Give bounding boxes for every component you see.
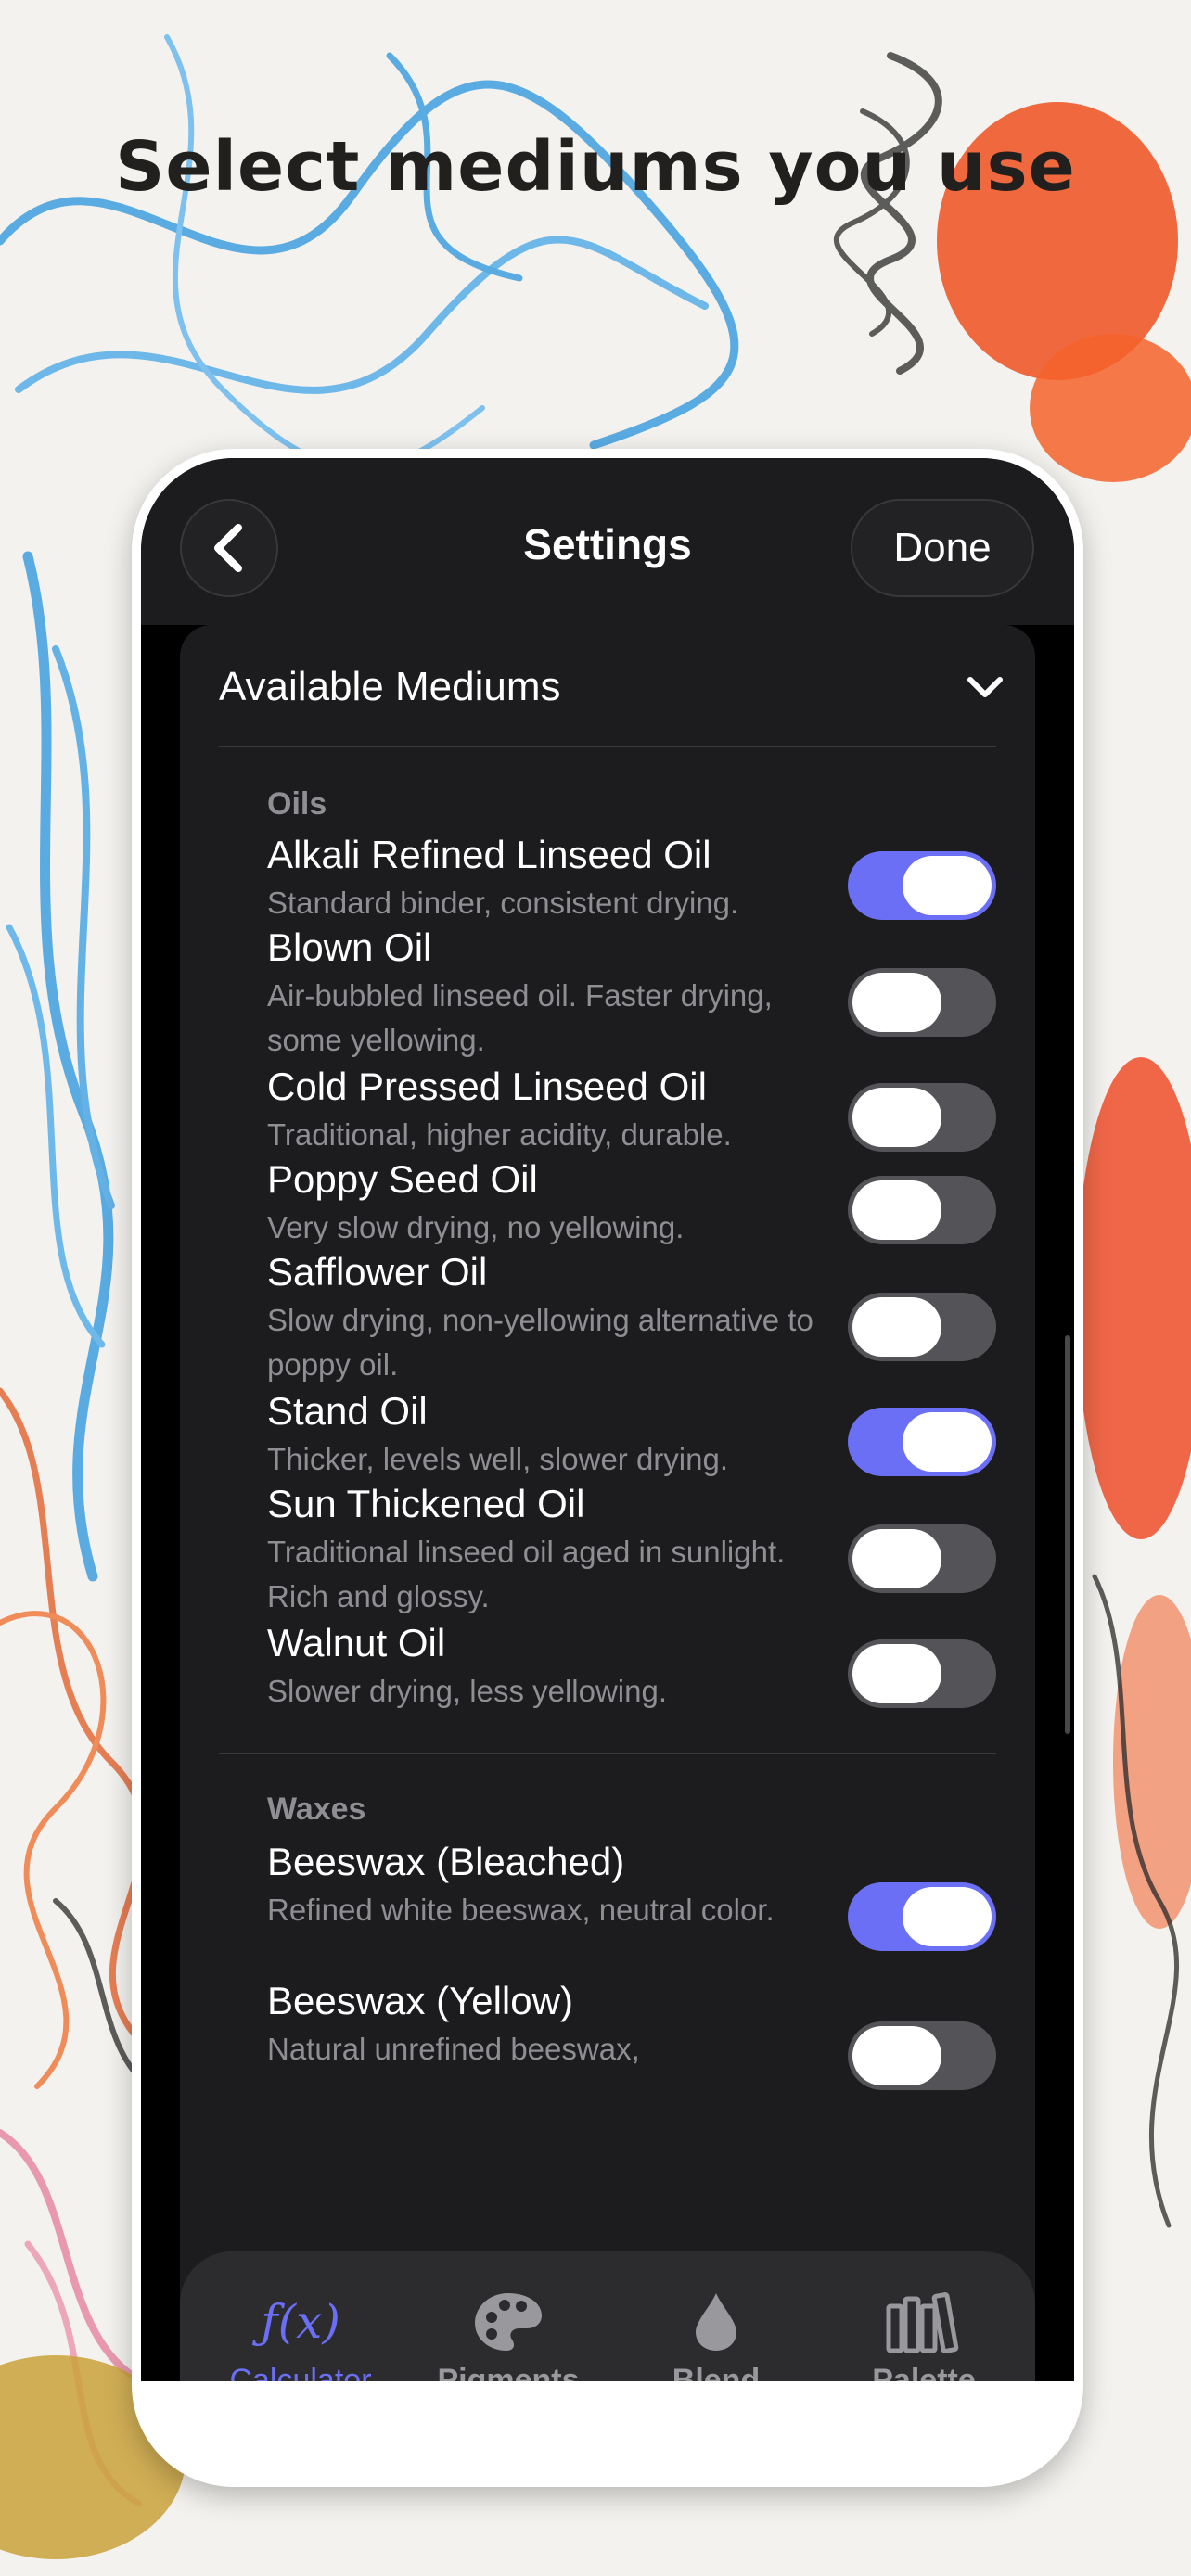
toggle-switch[interactable] bbox=[848, 1293, 996, 1361]
toggle-switch[interactable] bbox=[848, 968, 996, 1037]
tab-label: Pigments bbox=[437, 2363, 580, 2381]
toggle-switch[interactable] bbox=[848, 851, 996, 920]
toggle-switch[interactable] bbox=[848, 1639, 996, 1708]
mediums-card: Available Mediums Oils Alkali Refined Li… bbox=[180, 625, 1035, 2381]
toggle-knob bbox=[903, 1412, 992, 1472]
medium-title: Sun Thickened Oil bbox=[267, 1482, 585, 1525]
medium-title: Safflower Oil bbox=[267, 1250, 488, 1294]
tab-bar: ƒ(x) Calculator Pigments Blend Palette bbox=[180, 2251, 1035, 2381]
medium-description: Standard binder, consistent drying. bbox=[267, 886, 739, 920]
medium-title: Beeswax (Yellow) bbox=[267, 1979, 573, 2022]
medium-description: Slower drying, less yellowing. bbox=[267, 1674, 668, 1708]
toggle-switch[interactable] bbox=[848, 2021, 996, 2090]
toggle-switch[interactable] bbox=[848, 1176, 996, 1244]
toggle-knob bbox=[852, 973, 941, 1032]
toggle-knob bbox=[852, 1529, 941, 1588]
section-title: Available Mediums bbox=[219, 664, 561, 709]
function-icon: ƒ(x) bbox=[251, 2295, 340, 2349]
settings-scroll-view[interactable]: Available Mediums Oils Alkali Refined Li… bbox=[141, 625, 1074, 2381]
toggle-switch[interactable] bbox=[848, 1408, 996, 1476]
palette-icon bbox=[475, 2293, 542, 2351]
tab-blend[interactable]: Blend bbox=[623, 2289, 809, 2381]
books-icon bbox=[886, 2292, 959, 2353]
tab-label: Blend bbox=[672, 2363, 761, 2381]
divider bbox=[219, 1753, 996, 1754]
drop-icon bbox=[696, 2293, 736, 2351]
medium-description: Thicker, levels well, slower drying. bbox=[267, 1442, 728, 1476]
scroll-indicator[interactable] bbox=[1065, 1335, 1070, 1734]
app-screen: Settings Done Available Mediums Oils Alk… bbox=[141, 458, 1074, 2381]
chevron-down-icon bbox=[967, 677, 1003, 697]
toggle-knob bbox=[903, 856, 992, 915]
medium-description: Refined white beeswax, neutral color. bbox=[267, 1893, 775, 1927]
group-label-oils: Oils bbox=[267, 786, 327, 822]
tab-pigments[interactable]: Pigments bbox=[416, 2289, 601, 2381]
tab-palette[interactable]: Palette bbox=[831, 2289, 1017, 2381]
toggle-knob bbox=[903, 1887, 992, 1946]
toggle-knob bbox=[852, 1644, 941, 1703]
headline: Select mediums you use bbox=[115, 127, 1076, 207]
medium-description: Slow drying, non-yellowing alternative t… bbox=[267, 1303, 813, 1382]
toggle-switch[interactable] bbox=[848, 1524, 996, 1593]
toggle-switch[interactable] bbox=[848, 1882, 996, 1951]
done-button[interactable]: Done bbox=[851, 499, 1034, 597]
tab-calculator[interactable]: ƒ(x) Calculator bbox=[208, 2289, 393, 2381]
group-label-waxes: Waxes bbox=[267, 1792, 366, 1827]
medium-description: Very slow drying, no yellowing. bbox=[267, 1210, 685, 1244]
toggle-switch[interactable] bbox=[848, 1083, 996, 1152]
nav-bar: Settings Done bbox=[141, 458, 1074, 625]
medium-description: Air-bubbled linseed oil. Faster drying, … bbox=[267, 978, 773, 1057]
toggle-knob bbox=[852, 1180, 941, 1240]
tab-label: Calculator bbox=[229, 2363, 372, 2381]
medium-description: Traditional linseed oil aged in sunlight… bbox=[267, 1535, 786, 1613]
medium-title: Beeswax (Bleached) bbox=[267, 1840, 625, 1883]
medium-title: Blown Oil bbox=[267, 925, 432, 969]
medium-description: Traditional, higher acidity, durable. bbox=[267, 1117, 732, 1152]
tab-label: Palette bbox=[872, 2363, 976, 2381]
svg-text:ƒ(x): ƒ(x) bbox=[251, 2295, 340, 2349]
available-mediums-header[interactable]: Available Mediums bbox=[219, 655, 1005, 720]
toggle-knob bbox=[852, 2026, 941, 2085]
toggle-knob bbox=[852, 1088, 941, 1147]
divider bbox=[219, 746, 996, 747]
toggle-knob bbox=[852, 1297, 941, 1357]
medium-description: Natural unrefined beeswax, bbox=[267, 2032, 640, 2066]
